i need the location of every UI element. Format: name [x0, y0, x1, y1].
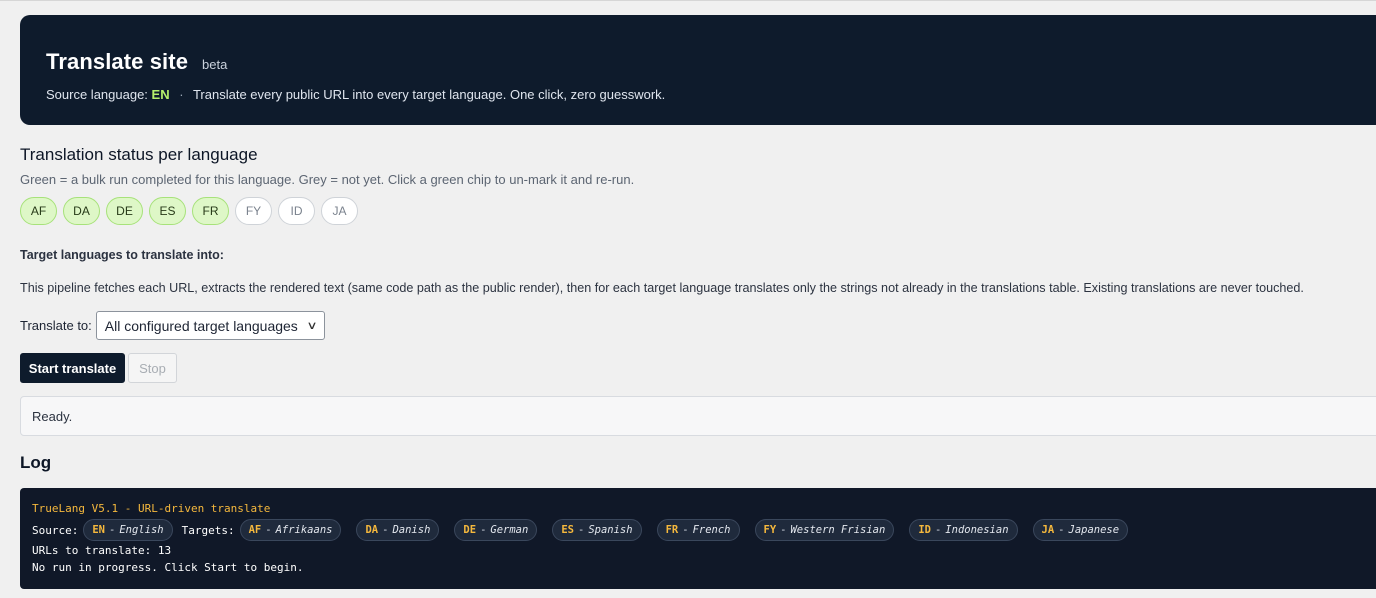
lang-sep: - — [682, 524, 689, 536]
translate-to-label: Translate to: — [20, 318, 92, 333]
log-lang-pill-de: DE - German — [454, 519, 538, 541]
pipeline-description: This pipeline fetches each URL, extracts… — [20, 281, 1304, 295]
lang-name: Afrikaans — [275, 524, 333, 536]
lang-name: Japanese — [1068, 524, 1120, 536]
lang-sep: - — [577, 524, 585, 536]
lang-sep: - — [109, 524, 116, 536]
log-lang-pill-source: EN - English — [83, 519, 173, 541]
chip-de[interactable]: DE — [106, 197, 143, 225]
page-title: Translate site — [46, 49, 189, 74]
run-status-box: Ready. — [20, 396, 1376, 436]
translate-to-row: Translate to: All configured target lang… — [20, 311, 325, 340]
lang-code: DA — [365, 524, 379, 536]
lang-name: Western Frisian — [790, 524, 886, 536]
chip-id[interactable]: ID — [278, 197, 315, 225]
lang-sep: - — [934, 524, 942, 536]
log-lang-pill-fy: FY - Western Frisian — [754, 519, 895, 541]
log-lang-pill-id: ID - Indonesian — [909, 519, 1018, 541]
lang-name: English — [119, 524, 164, 536]
lang-code: JA — [1041, 524, 1055, 536]
lang-name: Danish — [392, 524, 431, 536]
beta-badge: beta — [202, 57, 228, 72]
lang-name: Spanish — [588, 524, 633, 536]
hero-banner: Translate site beta Source language: EN … — [20, 15, 1376, 125]
log-lang-pill-es: ES - Spanish — [552, 519, 642, 541]
target-languages-label: Target languages to translate into: — [20, 248, 224, 262]
language-chips: AF DA DE ES FR FY ID JA — [20, 197, 358, 225]
lang-name: French — [692, 524, 731, 536]
lang-code: ES — [561, 524, 574, 536]
start-translate-button[interactable]: Start translate — [20, 353, 125, 383]
lang-code: FR — [665, 524, 679, 536]
log-lang-pill-ja: JA - Japanese — [1032, 519, 1129, 541]
lang-code: AF — [248, 524, 262, 536]
chip-da[interactable]: DA — [63, 197, 100, 225]
log-urls-line: URLs to translate: 13 — [32, 544, 172, 557]
log-title-line: TrueLang V5.1 - URL-driven translate — [32, 502, 271, 515]
lang-code: FY — [763, 524, 777, 536]
hero-tagline: Translate every public URL into every ta… — [192, 87, 666, 102]
chip-fy[interactable]: FY — [235, 197, 272, 225]
lang-name: Indonesian — [945, 524, 1009, 536]
source-language-label: Source language: — [46, 87, 148, 102]
hero-title-row: Translate site beta — [46, 49, 227, 75]
run-status-text: Ready. — [32, 408, 73, 424]
source-language-code: EN — [151, 87, 170, 102]
status-description: Green = a bulk run completed for this la… — [20, 172, 635, 187]
lang-code: DE — [463, 524, 477, 536]
chevron-down-icon: ∨ — [306, 320, 318, 332]
stop-button[interactable]: Stop — [128, 353, 177, 383]
lang-code: EN — [92, 524, 106, 536]
chip-fr[interactable]: FR — [192, 197, 229, 225]
lang-sep: - — [780, 524, 787, 536]
log-lang-pill-da: DA - Danish — [356, 519, 440, 541]
lang-sep: - — [1058, 524, 1065, 536]
translate-to-select[interactable]: All configured target languages ∨ — [95, 311, 325, 340]
log-targets-label: Targets: — [181, 523, 235, 537]
log-lang-pill-af: AF - Afrikaans — [239, 519, 342, 541]
lang-sep: - — [382, 524, 389, 536]
lang-sep: - — [480, 524, 487, 536]
status-heading: Translation status per language — [20, 145, 258, 164]
log-languages-line: Source: EN - English Targets: AF - Afrikaans… — [32, 519, 1138, 541]
translate-to-value: All configured target languages — [104, 317, 298, 334]
log-source-label: Source: — [32, 523, 79, 537]
lang-code: ID — [918, 524, 931, 536]
lang-name: German — [490, 524, 529, 536]
log-run-line: No run in progress. Click Start to begin… — [32, 561, 304, 574]
log-console: TrueLang V5.1 - URL-driven translate Sou… — [20, 488, 1376, 589]
chip-ja[interactable]: JA — [321, 197, 358, 225]
log-heading: Log — [20, 453, 52, 472]
chip-af[interactable]: AF — [20, 197, 57, 225]
chip-es[interactable]: ES — [149, 197, 186, 225]
hero-subtitle: Source language: EN · Translate every pu… — [46, 87, 665, 102]
lang-sep: - — [265, 524, 272, 536]
log-lang-pill-fr: FR - French — [656, 519, 740, 541]
separator-dot: · — [179, 87, 184, 102]
